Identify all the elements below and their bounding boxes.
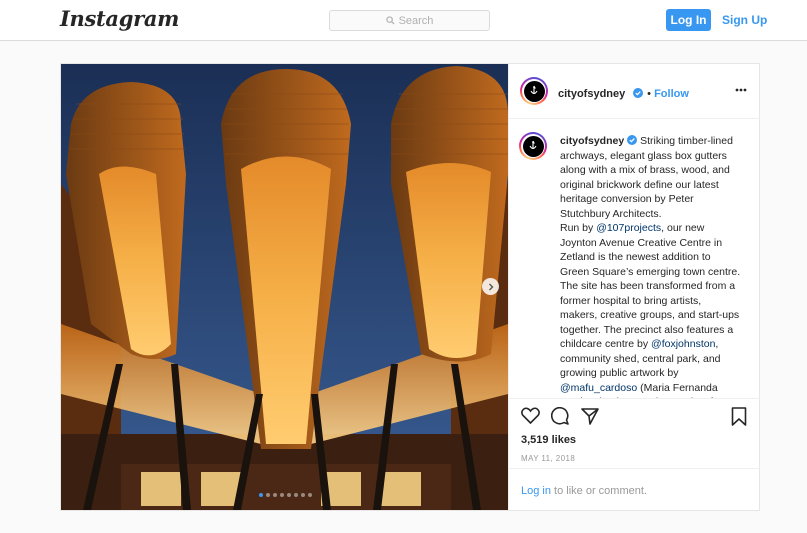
carousel-dot — [266, 493, 270, 497]
caption-body: , our new Joynton Avenue Creative Centre… — [560, 222, 741, 350]
mention-link[interactable]: @mafu_cardoso — [560, 382, 637, 394]
caption-username[interactable]: cityofsydney — [560, 135, 624, 147]
heart-icon[interactable] — [521, 407, 540, 424]
carousel-dot — [287, 493, 291, 497]
post-username[interactable]: cityofsydney — [558, 88, 625, 100]
carousel-dot — [273, 493, 277, 497]
signup-link[interactable]: Sign Up — [722, 13, 767, 27]
post-date[interactable]: MAY 11, 2018 — [521, 454, 575, 463]
comment-login-link[interactable]: Log in — [521, 485, 551, 497]
verified-badge-icon — [627, 135, 638, 145]
search-placeholder: Search — [398, 14, 434, 27]
carousel-dot-active — [259, 493, 263, 497]
mention-link[interactable]: @foxjohnston — [651, 338, 715, 350]
search-icon — [385, 16, 395, 25]
comment-login-bar: Log in to like or comment. — [509, 468, 760, 511]
verified-badge-icon — [632, 88, 643, 98]
avatar[interactable] — [520, 77, 548, 105]
post-card: cityofsydney • Follow cityofsydney Strik… — [60, 63, 760, 511]
share-icon[interactable] — [581, 407, 599, 425]
caption-text: cityofsydney Striking timber-lined archw… — [560, 134, 741, 398]
carousel-dot — [301, 493, 305, 497]
instagram-logo[interactable]: Instagram — [60, 6, 179, 31]
post-actions: 3,519 likes MAY 11, 2018 — [509, 398, 760, 469]
carousel-dot — [280, 493, 284, 497]
bookmark-icon[interactable] — [731, 407, 747, 426]
city-crest-icon — [530, 85, 538, 95]
carousel-dot — [294, 493, 298, 497]
caption-body: Run by — [560, 222, 597, 234]
likes-count[interactable]: 3,519 likes — [521, 434, 576, 446]
carousel-dot — [308, 493, 312, 497]
mention-link[interactable]: @107projects — [596, 222, 661, 234]
more-horizontal-icon[interactable] — [735, 88, 747, 92]
caption-body: Striking timber-lined archways, elegant … — [560, 135, 733, 220]
carousel-indicator — [259, 493, 312, 497]
caption-avatar[interactable] — [519, 132, 547, 160]
post-sidebar: cityofsydney • Follow cityofsydney Strik… — [508, 64, 760, 510]
comment-prompt: Log in to like or comment. — [521, 485, 647, 497]
login-button[interactable]: Log In — [666, 9, 711, 31]
comment-icon[interactable] — [551, 407, 569, 425]
post-header: cityofsydney • Follow — [509, 64, 760, 119]
chevron-right-icon — [488, 283, 493, 290]
comment-prompt-text: to like or comment. — [550, 485, 647, 497]
search-input[interactable]: Search — [329, 10, 490, 31]
city-crest-icon — [529, 140, 537, 150]
carousel-next-button[interactable] — [482, 278, 499, 295]
architecture-photo — [61, 64, 508, 510]
post-image[interactable] — [61, 64, 508, 510]
follow-button[interactable]: Follow — [654, 88, 689, 100]
top-nav: Instagram Search Log In Sign Up — [0, 0, 807, 41]
post-caption: cityofsydney Striking timber-lined archw… — [519, 132, 755, 398]
